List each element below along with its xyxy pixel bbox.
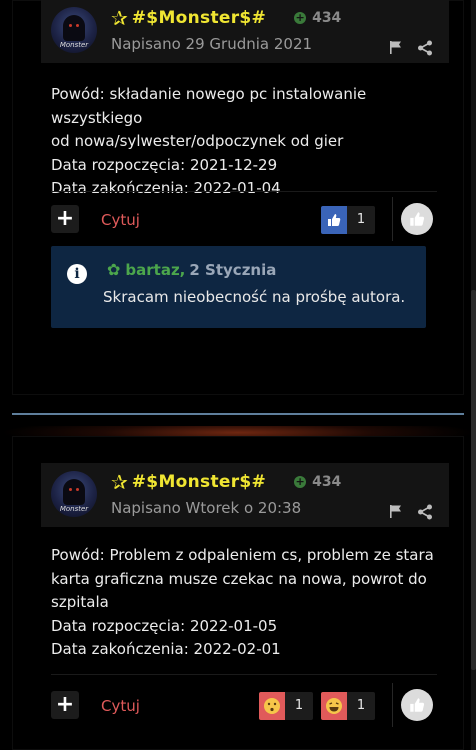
- multiquote-button[interactable]: +: [51, 691, 79, 719]
- gear-icon: ✿: [107, 260, 121, 279]
- moderator-note: i ✿ bartaz, 2 Stycznia Skracam nieobecno…: [51, 246, 426, 328]
- flag-icon[interactable]: [389, 40, 403, 54]
- thumbs-up-icon: [410, 212, 425, 226]
- quote-button[interactable]: Cytuj: [101, 211, 140, 229]
- moderator-note-text: Skracam nieobecność na prośbę autora.: [103, 288, 406, 306]
- post-header: Monster ✰ #$Monster$# + 434 Napisano Wto…: [41, 463, 449, 527]
- post-date[interactable]: Napisano 29 Grudnia 2021: [111, 35, 312, 53]
- divider: [392, 683, 393, 727]
- content-line: karta graficzna musze czekac na nowa, po…: [51, 569, 427, 588]
- content-line: Data zakończenia: 2022-02-01: [51, 640, 281, 658]
- confused-face-icon: [259, 692, 285, 720]
- post-divider: [12, 413, 464, 415]
- share-icon[interactable]: [417, 504, 433, 520]
- reaction-count: 1: [347, 206, 375, 234]
- username[interactable]: #$Monster$#: [132, 472, 266, 492]
- star-icon: ✰: [111, 6, 128, 30]
- laughing-face-icon: [321, 692, 347, 720]
- post-header: Monster ✰ #$Monster$# + 434 Napisano 29 …: [41, 0, 449, 63]
- post: Monster ✰ #$Monster$# + 434 Napisano Wto…: [12, 436, 464, 750]
- reaction-confused[interactable]: 1: [259, 692, 313, 720]
- post-actions: + Cytuj 1 1: [51, 683, 437, 727]
- multiquote-button[interactable]: +: [51, 205, 79, 233]
- post-date[interactable]: Napisano Wtorek o 20:38: [111, 499, 301, 517]
- divider: [51, 674, 437, 675]
- content-line: Data zakończenia: 2022-01-04: [51, 179, 281, 197]
- post: Monster ✰ #$Monster$# + 434 Napisano 29 …: [12, 0, 464, 395]
- reputation-badge: + 434: [294, 10, 341, 26]
- reputation-count: 434: [312, 474, 342, 490]
- content-line: Data rozpoczęcia: 2022-01-05: [51, 616, 278, 635]
- post-content: Powód: Problem z odpaleniem cs, problem …: [51, 544, 437, 662]
- avatar[interactable]: Monster: [51, 471, 97, 517]
- react-button[interactable]: [401, 203, 433, 235]
- post-content: Powód: składanie nowego pc instalowanie …: [51, 83, 437, 201]
- divider: [392, 197, 393, 241]
- moderator-name[interactable]: bartaz,: [125, 261, 185, 279]
- avatar[interactable]: Monster: [51, 7, 97, 53]
- avatar-signature: Monster: [59, 505, 89, 513]
- content-line: od nowa/sylwester/odpoczynek od gier: [51, 132, 344, 150]
- thumbs-up-icon: [321, 206, 347, 234]
- reputation-count: 434: [312, 10, 342, 26]
- content-line: Powód: Problem z odpaleniem cs, problem …: [51, 546, 434, 564]
- reaction-laugh[interactable]: 1: [321, 692, 375, 720]
- reputation-badge: + 434: [294, 474, 341, 490]
- moderator-note-date: 2 Stycznia: [189, 260, 277, 279]
- scrollbar-thumb[interactable]: [471, 290, 476, 670]
- content-line: szpitala: [51, 593, 109, 611]
- flag-icon[interactable]: [389, 504, 403, 518]
- username[interactable]: #$Monster$#: [132, 8, 266, 28]
- thumbs-up-icon: [410, 698, 425, 712]
- reaction-count: 1: [347, 692, 375, 720]
- plus-circle-icon: +: [294, 475, 307, 488]
- reaction-thumbs-up[interactable]: 1: [321, 206, 375, 234]
- quote-button[interactable]: Cytuj: [101, 697, 140, 715]
- plus-circle-icon: +: [294, 11, 307, 24]
- content-line: Data rozpoczęcia: 2021-12-29: [51, 155, 278, 174]
- scrollbar[interactable]: [471, 0, 476, 750]
- share-icon[interactable]: [417, 40, 433, 56]
- post-actions: + Cytuj 1: [51, 197, 437, 241]
- reaction-count: 1: [285, 692, 313, 720]
- info-icon: i: [67, 264, 87, 284]
- avatar-signature: Monster: [59, 41, 89, 49]
- react-button[interactable]: [401, 689, 433, 721]
- content-line: Powód: składanie nowego pc instalowanie …: [51, 85, 367, 127]
- divider: [51, 191, 437, 192]
- star-icon: ✰: [111, 470, 128, 494]
